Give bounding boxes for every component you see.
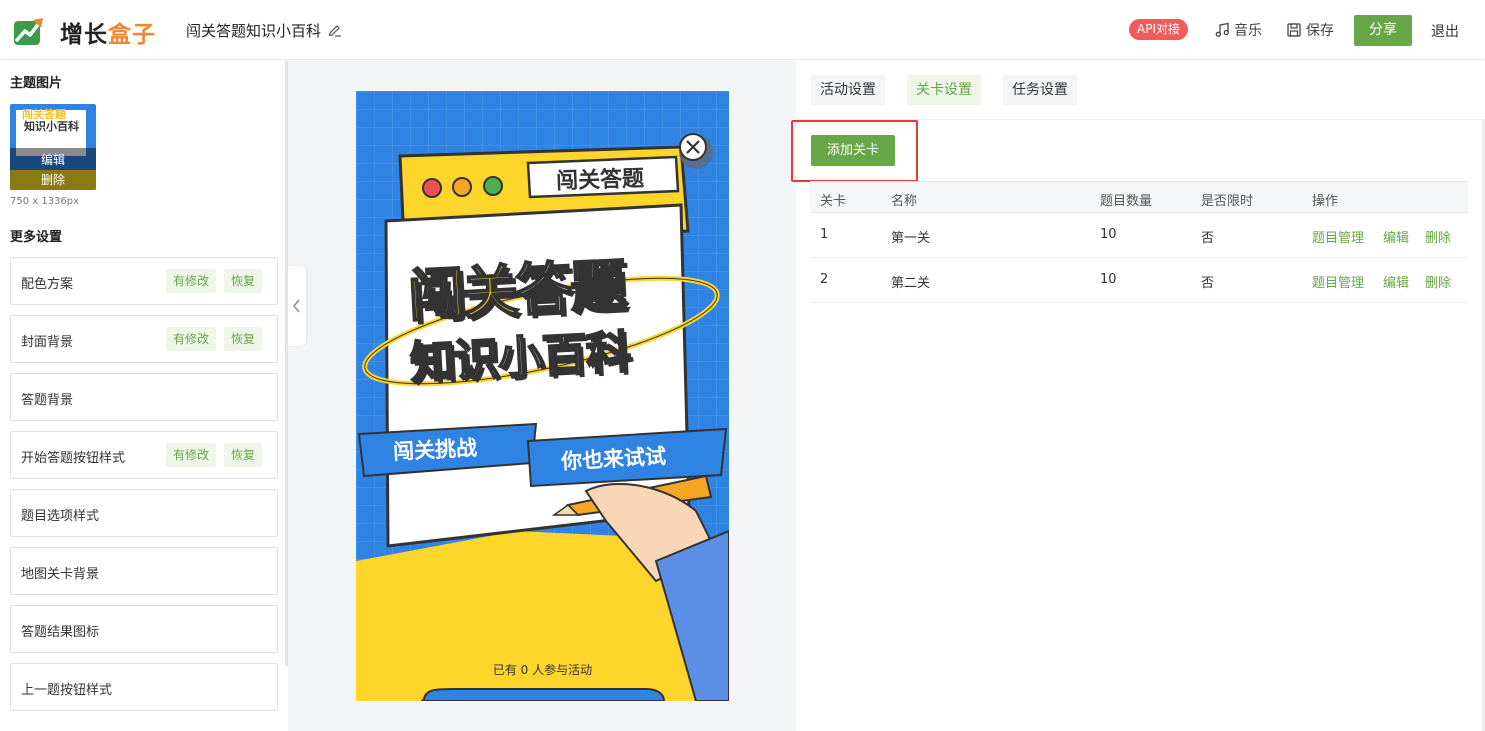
settings-item[interactable]: 答题背景 [10,373,278,421]
growth-logo-icon [14,18,43,45]
settings-item[interactable]: 上一题按钮样式 [10,663,278,711]
manage-questions-link[interactable]: 题目管理 [1312,227,1364,246]
col-timed: 是否限时 [1201,194,1254,209]
save-button[interactable]: 保存 [1286,20,1334,40]
table-row: 2 第二关 10 否 题目管理 编辑 删除 [810,258,1468,303]
poster-ribbon-left: 闯关挑战 [392,435,478,465]
col-question-count: 题目数量 [1100,194,1153,209]
settings-item[interactable]: 封面背景 有修改 恢复 [10,315,278,363]
top-bar: 增长盒子 闯关答题知识小百科 API对接 音乐 保存 分享 退出 [0,0,1485,60]
settings-item[interactable]: 开始答题按钮样式 有修改 恢复 [10,431,278,479]
theme-image-title: 主题图片 [10,76,63,91]
col-level: 关卡 [820,194,847,209]
exit-button[interactable]: 退出 [1431,21,1459,41]
music-button[interactable]: 音乐 [1214,20,1262,40]
edit-level-link[interactable]: 编辑 [1383,227,1409,246]
music-label: 音乐 [1234,23,1262,39]
modified-tag: 有修改 [166,269,217,293]
settings-item-label: 答题结果图标 [21,625,100,640]
settings-item[interactable]: 题目选项样式 [10,489,278,537]
cell-level: 2 [820,272,829,287]
image-size-hint: 750 x 1336px [10,196,80,207]
save-disk-icon [1287,23,1301,37]
tab-task-settings[interactable]: 任务设置 [1003,75,1077,105]
save-label: 保存 [1306,23,1334,39]
chevron-left-icon [293,299,300,313]
headline-part-a: 闯关 [406,258,519,331]
cell-level: 1 [820,227,829,242]
cell-question-count: 10 [1100,272,1117,287]
cell-name: 第一关 [891,231,931,246]
poster-artwork [356,91,729,701]
delete-level-link[interactable]: 删除 [1425,272,1451,291]
settings-item-label: 答题背景 [21,393,74,408]
theme-image-thumbnail: 闯关答题 知识小百科 编辑 删除 [10,104,96,190]
settings-item[interactable]: 答题结果图标 [10,605,278,653]
settings-item-label: 开始答题按钮样式 [21,451,126,466]
settings-item-label: 配色方案 [21,277,74,292]
edit-level-link[interactable]: 编辑 [1383,272,1409,291]
restore-button[interactable]: 恢复 [224,327,263,351]
api-integration-badge[interactable]: API对接 [1129,19,1188,40]
cell-timed: 否 [1201,231,1215,246]
activity-title: 闯关答题知识小百科 [186,22,322,40]
settings-item-label: 题目选项样式 [21,509,100,524]
col-name: 名称 [891,194,918,209]
delete-level-link[interactable]: 删除 [1425,227,1451,246]
left-settings-panel: 主题图片 闯关答题 知识小百科 编辑 删除 750 x 1336px 更多设置 … [0,61,288,731]
edit-pencil-icon[interactable] [328,23,342,37]
col-actions: 操作 [1312,194,1339,209]
poster-window-title: 闯关答题 [555,166,645,195]
music-note-icon [1215,22,1229,37]
tab-activity-settings[interactable]: 活动设置 [811,75,885,105]
participants-count: 已有 0 人参与活动 [492,663,593,677]
settings-item[interactable]: 地图关卡背景 [10,547,278,595]
cell-name: 第二关 [891,276,931,291]
table-header: 关卡 名称 题目数量 是否限时 操作 [810,181,1468,213]
poster-ribbon-right: 你也来试试 [560,444,667,474]
restore-button[interactable]: 恢复 [224,443,263,467]
brand-logo[interactable]: 增长盒子 [60,15,156,49]
modified-tag: 有修改 [166,327,217,351]
thumb-edit-button[interactable]: 编辑 [10,151,96,168]
add-level-button[interactable]: 添加关卡 [811,135,895,166]
more-settings-title: 更多设置 [10,230,63,245]
table-row: 1 第一关 10 否 题目管理 编辑 删除 [810,213,1468,258]
table-body: 1 第一关 10 否题目管理 编辑 删除 2 第二关 10 否题目管理 编辑 删除 [810,213,1468,303]
settings-item-label: 地图关卡背景 [21,567,100,582]
cell-question-count: 10 [1100,227,1117,242]
levels-table: 关卡 名称 题目数量 是否限时 操作 1 第一关 10 否题目管理 编辑 删除 2 第二关 10… [810,181,1468,303]
brand-name-part2: 盒子 [108,22,156,48]
collapse-panel-button[interactable] [288,266,306,346]
cell-timed: 否 [1201,276,1215,291]
thumb-delete-button[interactable]: 删除 [10,171,96,188]
right-settings-panel: 活动设置 关卡设置 任务设置 添加关卡 关卡 名称 题目数量 是否限时 操作 1… [791,61,1485,731]
tab-level-settings[interactable]: 关卡设置 [907,75,981,105]
settings-item-label: 上一题按钮样式 [21,683,113,698]
modified-tag: 有修改 [166,443,217,467]
settings-item-label: 封面背景 [21,335,74,350]
settings-item[interactable]: 配色方案 有修改 恢复 [10,257,278,305]
headline-part-b: 答题 [514,252,627,325]
restore-button[interactable]: 恢复 [224,269,263,293]
poster-headline-line2: 知识小百科 [408,324,632,390]
poster-preview[interactable]: 闯关答题 闯关答题 知识小百科 闯关挑战 你也来试试 已有 0 人参与活动 [356,91,729,701]
manage-questions-link[interactable]: 题目管理 [1312,272,1364,291]
thumb-subheadline: 知识小百科 [24,120,79,133]
brand-name-part1: 增长 [60,22,108,48]
share-button[interactable]: 分享 [1354,15,1412,46]
